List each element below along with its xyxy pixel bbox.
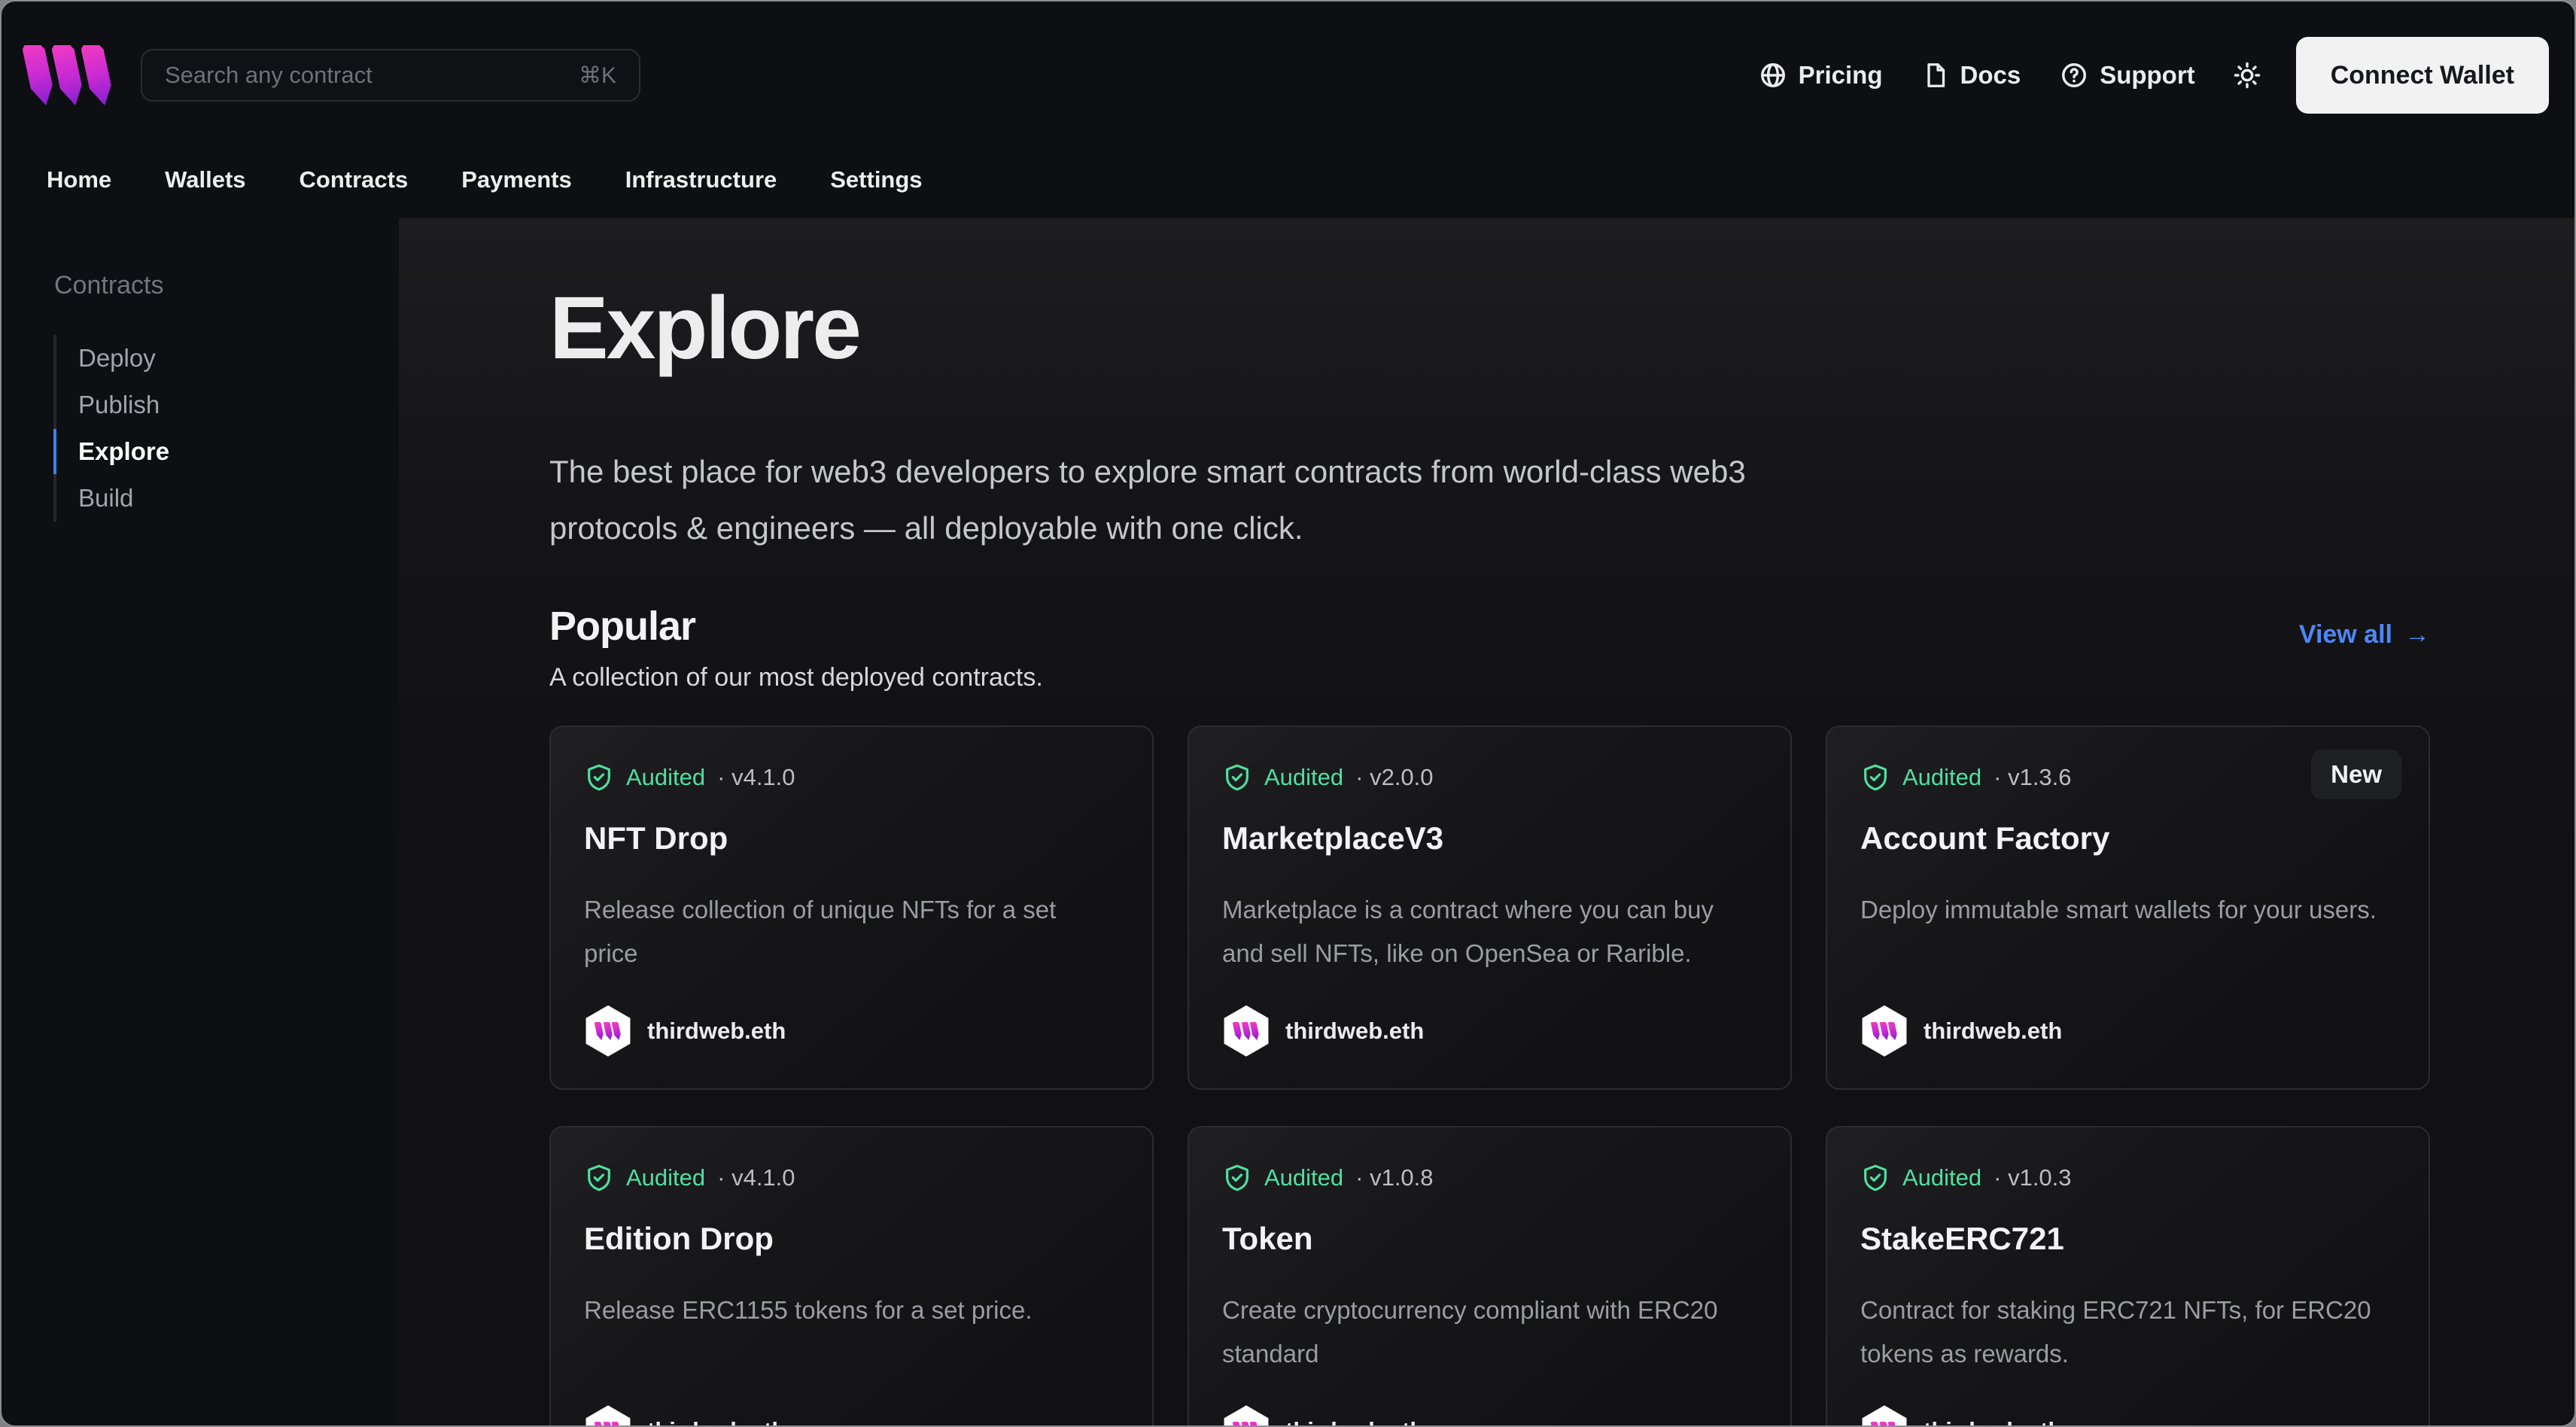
audited-badge: Audited bbox=[1902, 764, 1982, 791]
page-description: The best place for web3 developers to ex… bbox=[549, 453, 1746, 546]
thirdweb-avatar bbox=[585, 1005, 631, 1057]
tab-home[interactable]: Home bbox=[47, 166, 111, 193]
sidebar-item-explore[interactable]: Explore bbox=[53, 428, 399, 475]
publisher-link[interactable]: thirdweb.eth bbox=[1860, 975, 2395, 1057]
view-all-link[interactable]: View all → bbox=[2299, 620, 2430, 650]
shield-check-icon bbox=[1864, 764, 1887, 791]
contract-title: StakeERC721 bbox=[1860, 1220, 2064, 1256]
thirdweb-logo-icon[interactable] bbox=[26, 42, 111, 108]
contract-version: · v4.1.0 bbox=[717, 764, 795, 791]
top-bar: ⌘K Pricing Docs Support bbox=[2, 2, 2574, 149]
sidebar-item-publish[interactable]: Publish bbox=[56, 382, 399, 428]
contract-description: Marketplace is a contract where you can … bbox=[1222, 896, 1714, 968]
primary-nav: Home Wallets Contracts Payments Infrastr… bbox=[2, 149, 2574, 218]
contract-description: Create cryptocurrency compliant with ERC… bbox=[1222, 1295, 1718, 1368]
contract-version: · v1.3.6 bbox=[1994, 764, 2072, 791]
globe-icon bbox=[1760, 63, 1785, 87]
publisher-link[interactable]: thirdweb.eth bbox=[1860, 1375, 2395, 1425]
tab-infrastructure[interactable]: Infrastructure bbox=[625, 166, 777, 193]
arrow-right-icon: → bbox=[2404, 620, 2430, 650]
publisher-link[interactable]: thirdweb.eth bbox=[584, 975, 1119, 1057]
audited-badge: Audited bbox=[1902, 1164, 1982, 1191]
publisher-name: thirdweb.eth bbox=[1285, 1417, 1424, 1425]
view-all-label: View all bbox=[2298, 620, 2392, 650]
publisher-name: thirdweb.eth bbox=[647, 1017, 786, 1044]
publisher-link[interactable]: thirdweb.eth bbox=[1222, 975, 1757, 1057]
search-shortcut: ⌘K bbox=[578, 62, 616, 88]
shield-check-icon bbox=[588, 1164, 610, 1191]
contract-card-nft-drop[interactable]: Audited · v4.1.0 NFT Drop Release collec… bbox=[549, 726, 1154, 1090]
contract-search[interactable]: ⌘K bbox=[141, 49, 640, 102]
pricing-link[interactable]: Pricing bbox=[1759, 61, 1883, 90]
sidebar-list: Deploy Publish Explore Build bbox=[53, 335, 399, 522]
contract-version: · v1.0.3 bbox=[1994, 1164, 2072, 1191]
sun-icon bbox=[2234, 62, 2260, 89]
tab-payments[interactable]: Payments bbox=[461, 166, 571, 193]
new-badge: New bbox=[2311, 750, 2401, 800]
publisher-link[interactable]: thirdweb.eth bbox=[1222, 1375, 1757, 1425]
contract-title: NFT Drop bbox=[584, 820, 728, 857]
contract-title: Account Factory bbox=[1860, 820, 2110, 857]
thirdweb-avatar bbox=[1862, 1405, 1907, 1425]
contract-description: Deploy immutable smart wallets for your … bbox=[1860, 896, 2377, 924]
pricing-label: Pricing bbox=[1798, 61, 1883, 89]
shield-check-icon bbox=[588, 764, 610, 791]
publisher-name: thirdweb.eth bbox=[1285, 1017, 1425, 1044]
theme-toggle-button[interactable] bbox=[2233, 61, 2261, 90]
docs-link[interactable]: Docs bbox=[1922, 61, 2021, 90]
publisher-name: thirdweb.eth bbox=[1924, 1417, 2062, 1425]
contract-version: · v4.1.0 bbox=[717, 1164, 795, 1191]
publisher-name: thirdweb.eth bbox=[1924, 1017, 2063, 1044]
tab-contracts[interactable]: Contracts bbox=[300, 166, 409, 193]
contract-description: Contract for staking ERC721 NFTs, for ER… bbox=[1860, 1295, 2371, 1368]
audited-badge: Audited bbox=[1264, 1164, 1344, 1191]
thirdweb-avatar bbox=[1224, 1005, 1269, 1057]
contract-card-token[interactable]: Audited · v1.0.8 Token Create cryptocurr… bbox=[1188, 1125, 1792, 1425]
document-icon bbox=[1927, 63, 1945, 87]
logo-shard bbox=[80, 45, 115, 105]
app-window: ⌘K Pricing Docs Support bbox=[0, 0, 2576, 1427]
support-link[interactable]: Support bbox=[2060, 61, 2195, 90]
main-content: Explore The best place for web3 develope… bbox=[399, 218, 2574, 1425]
popular-section-subtitle: A collection of our most deployed contra… bbox=[549, 663, 1043, 692]
logo-shard bbox=[50, 45, 86, 105]
shield-check-icon bbox=[1226, 764, 1248, 791]
tab-settings[interactable]: Settings bbox=[830, 166, 922, 193]
publisher-link[interactable]: thirdweb.eth bbox=[584, 1375, 1119, 1425]
shield-check-icon bbox=[1226, 1164, 1248, 1191]
contract-card-stakeerc721[interactable]: Audited · v1.0.3 StakeERC721 Contract fo… bbox=[1826, 1125, 2430, 1425]
contract-card-edition-drop[interactable]: Audited · v4.1.0 Edition Drop Release ER… bbox=[549, 1125, 1154, 1425]
contract-title: Token bbox=[1222, 1220, 1313, 1256]
publisher-name: thirdweb.eth bbox=[647, 1417, 786, 1425]
support-label: Support bbox=[2100, 61, 2195, 89]
contract-version: · v1.0.8 bbox=[1355, 1164, 1434, 1191]
thirdweb-avatar bbox=[1224, 1405, 1269, 1425]
contract-card-marketplacev3[interactable]: Audited · v2.0.0 MarketplaceV3 Marketpla… bbox=[1188, 726, 1792, 1090]
popular-section-title: Popular bbox=[549, 604, 696, 650]
contract-description: Release ERC1155 tokens for a set price. bbox=[584, 1295, 1033, 1324]
audited-badge: Audited bbox=[1264, 764, 1344, 791]
contract-card-grid: Audited · v4.1.0 NFT Drop Release collec… bbox=[549, 726, 2430, 1425]
audited-badge: Audited bbox=[626, 1164, 706, 1191]
tab-wallets[interactable]: Wallets bbox=[165, 166, 245, 193]
contracts-sidebar: Contracts Deploy Publish Explore Build bbox=[2, 218, 399, 1425]
sidebar-item-deploy[interactable]: Deploy bbox=[56, 335, 399, 382]
thirdweb-avatar bbox=[1862, 1005, 1907, 1057]
logo-shard bbox=[21, 45, 56, 105]
contract-title: Edition Drop bbox=[584, 1220, 774, 1256]
audited-badge: Audited bbox=[626, 764, 706, 791]
shield-check-icon bbox=[1864, 1164, 1887, 1191]
contract-version: · v2.0.0 bbox=[1355, 764, 1434, 791]
contract-title: MarketplaceV3 bbox=[1222, 820, 1444, 857]
search-input[interactable] bbox=[165, 62, 526, 89]
thirdweb-avatar bbox=[585, 1405, 631, 1425]
sidebar-item-build[interactable]: Build bbox=[56, 475, 399, 522]
help-circle-icon bbox=[2062, 63, 2087, 87]
docs-label: Docs bbox=[1960, 61, 2021, 89]
connect-wallet-button[interactable]: Connect Wallet bbox=[2295, 37, 2549, 114]
contract-description: Release collection of unique NFTs for a … bbox=[584, 896, 1057, 968]
sidebar-title: Contracts bbox=[54, 271, 164, 300]
contract-card-account-factory[interactable]: Audited · v1.3.6 Account Factory Deploy … bbox=[1826, 726, 2430, 1090]
page-title: Explore bbox=[549, 278, 862, 378]
